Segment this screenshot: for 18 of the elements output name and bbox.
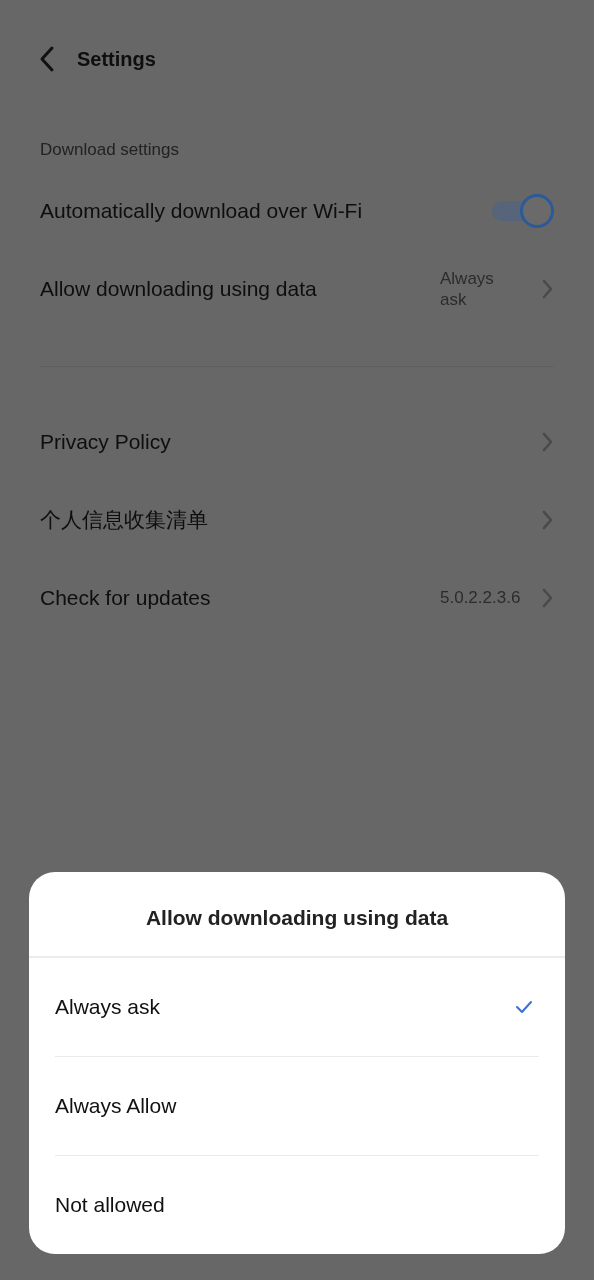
toggle-switch[interactable] [492,194,554,228]
setting-value: Always ask [440,267,495,311]
setting-label[interactable]: 个人信息收集清单 [40,506,542,534]
setting-label[interactable]: Allow downloading using data [40,277,440,301]
chevron-right-icon [542,432,554,452]
option-label[interactable]: Always Allow [55,1094,539,1118]
page-title: Settings [77,47,156,71]
option-label[interactable]: Always ask [55,995,515,1019]
section-label: Download settings [40,140,179,159]
setting-label[interactable]: Check for updates [40,586,440,610]
option-label[interactable]: Not allowed [55,1193,539,1217]
setting-value: 5.0.2.2.3.6 [440,587,520,609]
setting-label[interactable]: Automatically download over Wi-Fi [40,199,492,223]
chevron-right-icon [542,510,554,530]
chevron-right-icon [542,588,554,608]
sheet-title: Allow downloading using data [145,906,449,929]
chevron-right-icon [542,279,554,299]
setting-label[interactable]: Privacy Policy [40,430,542,454]
